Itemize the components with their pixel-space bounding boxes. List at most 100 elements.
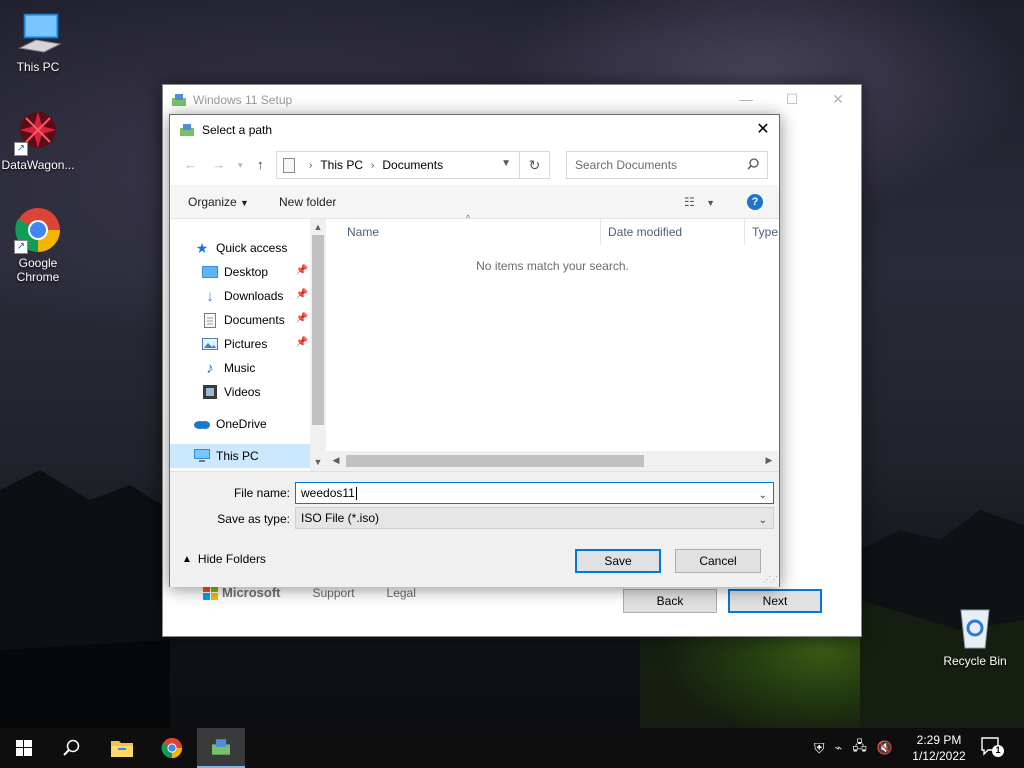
details-view-icon: ☷	[684, 195, 695, 209]
next-button[interactable]: Next	[728, 589, 822, 613]
scroll-right-icon[interactable]: ▶	[761, 455, 777, 466]
view-options-button[interactable]: ☷ ▼	[684, 195, 715, 209]
folder-icon	[111, 741, 133, 757]
recent-locations-icon[interactable]: ▾	[238, 160, 243, 171]
music-icon: ♪	[206, 359, 214, 377]
column-divider[interactable]	[744, 219, 745, 245]
support-link[interactable]: Support	[313, 586, 355, 600]
new-folder-button[interactable]: New folder	[279, 195, 336, 209]
nav-pane-scrollbar[interactable]: ▲ ▼	[310, 219, 326, 471]
desktop-icon-google-chrome[interactable]: ↗ Google Chrome	[0, 206, 76, 284]
dialog-title: Select a path	[202, 123, 273, 137]
setup-taskbar-button[interactable]	[197, 728, 245, 768]
legal-link[interactable]: Legal	[387, 586, 416, 600]
nav-item-this-pc[interactable]: This PC	[170, 444, 310, 468]
scrollbar-thumb[interactable]	[346, 455, 644, 467]
nav-item-label: Videos	[224, 385, 261, 399]
windows-logo-icon	[16, 740, 32, 756]
scroll-down-icon[interactable]: ▼	[310, 457, 326, 467]
notification-count: 1	[995, 745, 1001, 755]
command-toolbar: Organize ▼ New folder ☷ ▼ ?	[170, 185, 779, 219]
nav-item-label: Downloads	[224, 289, 284, 303]
refresh-button[interactable]: ↻	[520, 151, 550, 179]
start-button[interactable]	[0, 728, 48, 768]
help-icon[interactable]: ?	[747, 194, 763, 210]
refresh-icon: ↻	[528, 157, 541, 173]
breadcrumb-this-pc[interactable]: This PC	[320, 158, 363, 172]
shortcut-arrow-icon: ↗	[14, 142, 28, 156]
desktop-icon-recycle-bin[interactable]: Recycle Bin	[937, 604, 1013, 668]
microsoft-logo-icon	[203, 585, 218, 600]
pin-icon: 📌	[295, 313, 308, 324]
security-shield-icon[interactable]: ⛨	[814, 740, 825, 757]
network-disconnected-icon[interactable]: ⌁	[835, 740, 843, 756]
search-placeholder: Search Documents	[575, 158, 678, 172]
desktop-icon-this-pc[interactable]: This PC	[0, 10, 76, 74]
nav-item-label: OneDrive	[216, 417, 267, 431]
chevron-down-icon[interactable]: ▼	[501, 158, 511, 169]
setup-app-icon	[180, 124, 194, 136]
chevron-right-icon: ›	[309, 159, 313, 171]
search-input[interactable]: Search Documents	[566, 151, 768, 179]
nav-item-music[interactable]: ♪ Music	[202, 356, 310, 380]
file-name-field[interactable]: weedos11 ⌄	[295, 482, 774, 504]
save-button[interactable]: Save	[575, 549, 661, 573]
volume-muted-icon[interactable]: 🔇	[877, 740, 893, 756]
desktop-folder-icon	[202, 264, 218, 280]
up-arrow-icon[interactable]: ↑	[257, 157, 264, 172]
videos-icon	[202, 384, 218, 400]
column-header-date-modified[interactable]: Date modified	[602, 219, 682, 245]
network-icon[interactable]: 🖧	[852, 737, 867, 759]
shortcut-arrow-icon: ↗	[14, 240, 28, 254]
nav-item-videos[interactable]: Videos	[202, 380, 310, 404]
select-path-dialog: Select a path ✕ ← → ▾ ↑ › This PC › Docu…	[169, 114, 780, 587]
desktop-icon-label: Recycle Bin	[943, 654, 1007, 668]
document-icon	[202, 312, 218, 328]
column-divider[interactable]	[600, 219, 601, 245]
maximize-button[interactable]: ☐	[769, 85, 815, 113]
nav-item-label: Quick access	[216, 241, 288, 255]
notification-center-button[interactable]: 1	[980, 736, 1008, 760]
back-arrow-icon[interactable]: ←	[184, 157, 197, 172]
search-icon	[747, 158, 759, 170]
datawagon-logo-icon: ↗	[14, 108, 62, 156]
navigation-bar: ← → ▾ ↑ › This PC › Documents ▼ ↻ Search…	[170, 145, 779, 185]
desktop-icon-label: Google Chrome	[16, 256, 60, 284]
chevron-up-icon: ▲	[182, 553, 192, 565]
nav-item-documents[interactable]: Documents 📌	[202, 308, 310, 332]
chrome-taskbar-button[interactable]	[148, 728, 196, 768]
text-caret	[355, 487, 357, 501]
chevron-right-icon: ›	[371, 159, 375, 171]
hide-folders-toggle[interactable]: ▲ Hide Folders	[182, 552, 266, 566]
desktop-icon-datawagon[interactable]: ↗ DataWagon...	[0, 108, 76, 172]
save-as-type-value: ISO File (*.iso)	[301, 511, 380, 525]
organize-menu[interactable]: Organize ▼	[188, 195, 249, 209]
column-header-type[interactable]: Type	[746, 219, 778, 245]
resize-grip-icon[interactable]: ⋰⋰	[763, 575, 778, 584]
scrollbar-thumb[interactable]	[312, 235, 324, 425]
back-button[interactable]: Back	[623, 589, 717, 613]
search-button[interactable]	[48, 728, 96, 768]
close-button[interactable]: ✕	[815, 85, 861, 113]
address-bar[interactable]: › This PC › Documents ▼	[276, 151, 520, 179]
setup-app-icon	[172, 94, 186, 106]
nav-item-pictures[interactable]: Pictures 📌	[202, 332, 310, 356]
minimize-button[interactable]: —	[723, 85, 769, 113]
setup-app-icon	[212, 739, 230, 755]
save-as-type-select[interactable]: ISO File (*.iso) ⌄	[295, 507, 774, 529]
scroll-left-icon[interactable]: ◀	[328, 455, 344, 466]
nav-item-desktop[interactable]: Desktop 📌	[202, 260, 310, 284]
search-icon	[63, 739, 80, 756]
clock[interactable]: 2:29 PM 1/12/2022	[904, 732, 974, 764]
scroll-up-icon[interactable]: ▲	[310, 222, 326, 232]
column-header-name[interactable]: Name	[341, 219, 379, 245]
horizontal-scrollbar[interactable]: ◀ ▶	[326, 451, 779, 471]
breadcrumb-documents[interactable]: Documents	[382, 158, 443, 172]
nav-item-downloads[interactable]: ↓ Downloads 📌	[202, 284, 310, 308]
forward-arrow-icon[interactable]: →	[212, 157, 225, 172]
cancel-button[interactable]: Cancel	[675, 549, 761, 573]
chrome-icon: ↗	[14, 206, 62, 254]
chevron-down-icon[interactable]: ⌄	[759, 486, 767, 506]
dialog-close-button[interactable]: ✕	[747, 115, 779, 145]
file-explorer-button[interactable]	[98, 728, 146, 768]
